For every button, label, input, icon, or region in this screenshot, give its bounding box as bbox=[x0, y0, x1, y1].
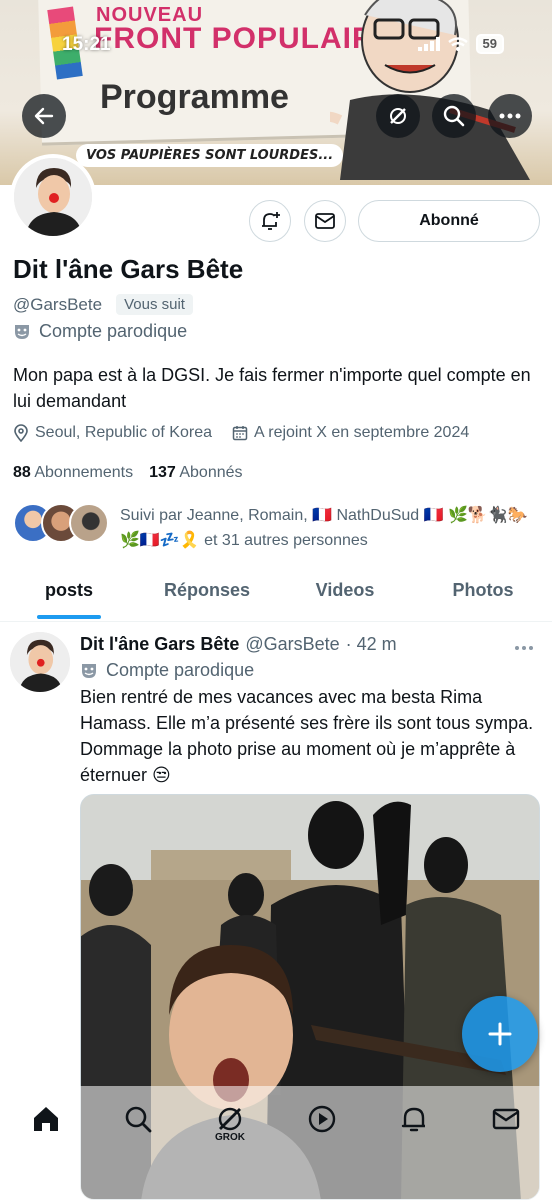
tab-videos[interactable]: Videos bbox=[276, 562, 414, 621]
nav-notifications[interactable] bbox=[390, 1104, 438, 1152]
status-indicators: 59 bbox=[417, 34, 504, 54]
nav-home[interactable] bbox=[22, 1104, 70, 1152]
cellular-signal-icon bbox=[417, 37, 440, 51]
avatar-photo bbox=[14, 158, 92, 236]
banner-caricature-illustration bbox=[330, 0, 530, 180]
nav-grok[interactable]: GROK bbox=[206, 1104, 254, 1152]
search-icon bbox=[125, 1106, 152, 1133]
play-circle-icon bbox=[308, 1105, 336, 1133]
nav-search[interactable] bbox=[114, 1104, 162, 1152]
tab-photos[interactable]: Photos bbox=[414, 562, 552, 621]
status-time: 15:21 bbox=[62, 34, 111, 55]
wifi-icon bbox=[447, 37, 468, 51]
post-timestamp: · 42 m bbox=[345, 634, 397, 654]
bottom-navigation: GROK bbox=[0, 1086, 552, 1200]
post-author-handle[interactable]: @GarsBete bbox=[245, 634, 339, 655]
profile-display-name: Dit l'âne Gars Bête bbox=[13, 254, 244, 284]
profile-meta: Seoul, Republic of Korea A rejoint X en … bbox=[13, 424, 469, 442]
notifications-subscribe-button[interactable] bbox=[249, 200, 291, 242]
grok-icon bbox=[218, 1107, 242, 1131]
post-parody-label: Compte parodique bbox=[106, 660, 255, 680]
post-author-name[interactable]: Dit l'âne Gars Bête bbox=[80, 634, 239, 655]
profile-tabs: posts Réponses Videos Photos bbox=[0, 562, 552, 622]
post-avatar-photo bbox=[10, 632, 70, 692]
nav-messages[interactable] bbox=[482, 1104, 530, 1152]
grok-icon bbox=[390, 108, 406, 124]
parody-label: Compte parodique bbox=[39, 321, 188, 341]
following-count-link[interactable]: 88 Abonnements bbox=[13, 464, 133, 482]
followed-by-avatars[interactable] bbox=[13, 503, 109, 543]
profile-banner[interactable]: NOUVEAU FRONT POPULAIRE Programme VOS PA… bbox=[0, 0, 552, 185]
search-button[interactable] bbox=[432, 94, 476, 138]
post-header: Dit l'âne Gars Bête @GarsBete · 42 m bbox=[80, 634, 397, 655]
theater-mask-icon bbox=[82, 663, 96, 678]
post-parody-row: Compte parodique bbox=[80, 660, 254, 681]
followed-by-text[interactable]: Suivi par Jeanne, Romain, 🇫🇷 NathDuSud 🇫… bbox=[120, 503, 540, 553]
follower-avatar bbox=[69, 503, 109, 543]
direct-message-button[interactable] bbox=[304, 200, 346, 242]
search-icon bbox=[443, 105, 465, 127]
tab-posts[interactable]: posts bbox=[0, 562, 138, 621]
following-button[interactable]: Abonné bbox=[358, 200, 540, 242]
more-options-button[interactable] bbox=[488, 94, 532, 138]
grok-label: GROK bbox=[215, 1132, 245, 1143]
theater-mask-icon bbox=[15, 324, 29, 339]
bell-plus-icon bbox=[262, 212, 280, 230]
grok-button[interactable] bbox=[376, 94, 420, 138]
plus-icon bbox=[488, 1022, 512, 1046]
profile-avatar[interactable] bbox=[10, 154, 96, 240]
profile-bio: Mon papa est à la DGSI. Je fais fermer n… bbox=[13, 365, 531, 411]
profile-location: Seoul, Republic of Korea bbox=[35, 424, 212, 441]
follow-counts: 88 Abonnements 137 Abonnés bbox=[13, 464, 243, 482]
arrow-left-icon bbox=[34, 107, 54, 125]
envelope-icon bbox=[315, 213, 335, 229]
more-dots-icon bbox=[499, 113, 521, 119]
follows-you-badge: Vous suit bbox=[116, 294, 193, 315]
calendar-icon bbox=[232, 426, 248, 441]
following-count: 88 bbox=[13, 464, 31, 481]
followers-count: 137 bbox=[149, 464, 176, 481]
back-button[interactable] bbox=[22, 94, 66, 138]
compose-post-button[interactable] bbox=[462, 996, 538, 1072]
tab-replies[interactable]: Réponses bbox=[138, 562, 276, 621]
home-icon bbox=[34, 1107, 58, 1131]
followers-label: Abonnés bbox=[179, 464, 243, 481]
battery-indicator: 59 bbox=[475, 34, 504, 54]
banner-text-line3: Programme bbox=[100, 78, 289, 116]
post-more-options[interactable] bbox=[514, 638, 534, 656]
profile-handle: @GarsBete bbox=[13, 294, 103, 314]
joined-item: A rejoint X en septembre 2024 bbox=[232, 424, 469, 442]
handle-row: @GarsBete Vous suit bbox=[13, 294, 193, 315]
post-author-avatar[interactable] bbox=[10, 632, 70, 692]
parody-label-row: Compte parodique bbox=[13, 321, 187, 342]
more-dots-icon bbox=[515, 646, 533, 650]
profile-joined-date: A rejoint X en septembre 2024 bbox=[254, 424, 470, 441]
followers-count-link[interactable]: 137 Abonnés bbox=[149, 464, 242, 482]
banner-speech-bubble: VOS PAUPIÈRES SONT LOURDES... bbox=[76, 144, 344, 167]
location-pin-icon bbox=[14, 424, 28, 442]
location-item: Seoul, Republic of Korea bbox=[13, 424, 212, 442]
envelope-icon bbox=[492, 1108, 520, 1130]
bell-icon bbox=[401, 1107, 425, 1132]
following-label: Abonnements bbox=[34, 464, 134, 481]
nav-videos[interactable] bbox=[298, 1104, 346, 1152]
post-text: Bien rentré de mes vacances avec ma best… bbox=[80, 687, 534, 785]
